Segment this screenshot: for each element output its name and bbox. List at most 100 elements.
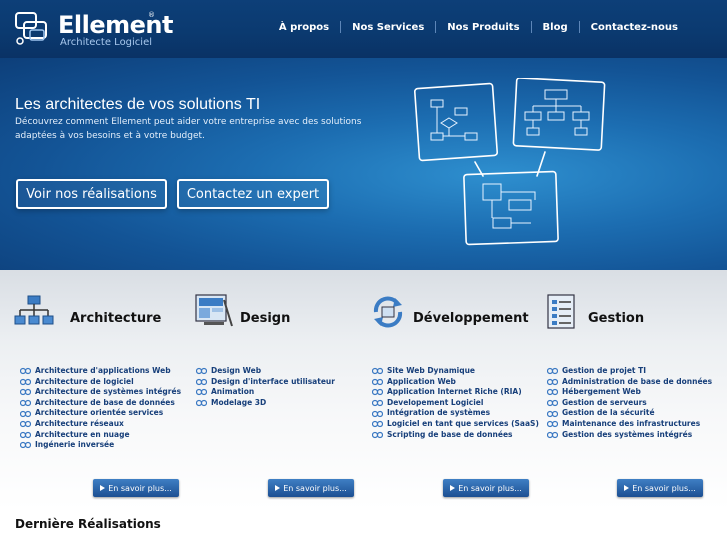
list-item[interactable]: Architecture d'applications Web	[20, 366, 181, 377]
link-bullet-icon	[547, 378, 558, 385]
list-item-label: Modelage 3D	[211, 397, 267, 407]
checklist-icon	[547, 294, 575, 329]
list-item[interactable]: Application Internet Riche (RIA)	[372, 387, 539, 398]
list-item[interactable]: Intégration de systèmes	[372, 408, 539, 419]
logo-mark-icon	[15, 12, 47, 45]
link-bullet-icon	[196, 368, 207, 375]
trademark: ®	[148, 11, 155, 19]
view-projects-button[interactable]: Voir nos réalisations	[16, 179, 167, 209]
main-nav: À propos Nos Services Nos Produits Blog …	[268, 21, 689, 33]
list-item[interactable]: Architecture de base de données	[20, 398, 181, 409]
link-bullet-icon	[196, 399, 207, 407]
learn-more-button[interactable]: En savoir plus...	[93, 479, 179, 497]
list-item-label: Design Web	[211, 366, 262, 375]
link-bullet-icon	[196, 389, 207, 396]
link-bullet-icon	[372, 410, 383, 417]
network-hierarchy-icon	[14, 295, 54, 325]
list-item-label: Ingénerie inversée	[35, 440, 115, 450]
column-header: Développement	[352, 270, 529, 345]
list-item-label: Architecture réseaux	[35, 418, 124, 428]
link-bullet-icon	[20, 399, 31, 407]
list-item[interactable]: Application Web	[372, 377, 539, 388]
service-column-management: Gestion Gestion de projet TI Administrat…	[527, 270, 712, 510]
link-bullet-icon	[372, 368, 383, 375]
list-item[interactable]: Gestion de serveurs	[547, 398, 712, 409]
list-item[interactable]: Architecture orientée services	[20, 408, 181, 419]
link-bullet-icon	[20, 368, 31, 375]
list-item[interactable]: Modelage 3D	[196, 398, 335, 409]
list-item[interactable]: Gestion de projet TI	[547, 366, 712, 377]
learn-more-label: En savoir plus...	[632, 483, 696, 493]
list-item[interactable]: Hébergement Web	[547, 387, 712, 398]
hero-title: Les architectes de vos solutions TI	[15, 96, 261, 113]
column-title: Développement	[413, 311, 529, 326]
list-item[interactable]: Architecture de systèmes intégrés	[20, 387, 181, 398]
list-item[interactable]: Architecture de logiciel	[20, 377, 181, 388]
service-column-development: Développement Site Web Dynamique Applica…	[352, 270, 539, 510]
brand-name: Ellement	[58, 11, 173, 39]
list-item-label: Administration de base de données	[562, 376, 713, 386]
play-arrow-icon	[450, 485, 456, 491]
list-item[interactable]: Architecture en nuage	[20, 430, 181, 441]
list-item-label: Gestion des systèmes intégrés	[562, 429, 693, 439]
list-item[interactable]: Design d'interface utilisateur	[196, 377, 335, 388]
list-item[interactable]: Logiciel en tant que services (SaaS)	[372, 419, 539, 430]
column-header: Design	[176, 270, 352, 345]
list-item[interactable]: Architecture réseaux	[20, 419, 181, 430]
list-item[interactable]: Ingénerie inversée	[20, 440, 181, 451]
list-item-label: Architecture de logiciel	[35, 376, 134, 386]
learn-more-button[interactable]: En savoir plus...	[268, 479, 354, 497]
cycle-arrows-icon	[373, 296, 403, 328]
list-item[interactable]: Developement Logiciel	[372, 398, 539, 409]
nav-item-blog[interactable]: Blog	[532, 22, 579, 33]
list-item-label: Maintenance des infrastructures	[562, 418, 701, 428]
list-item-label: Architecture d'applications Web	[35, 366, 171, 375]
nav-item-a-propos[interactable]: À propos	[268, 22, 340, 33]
play-arrow-icon	[275, 485, 281, 491]
list-item-label: Hébergement Web	[562, 387, 641, 397]
link-bullet-icon	[547, 431, 558, 438]
hero-subtitle: Découvrez comment Ellement peut aider vo…	[15, 117, 362, 141]
column-header: Architecture	[0, 270, 176, 345]
list-item[interactable]: Gestion des systèmes intégrés	[547, 430, 712, 441]
monitor-design-icon	[195, 294, 233, 327]
nav-item-services[interactable]: Nos Services	[341, 22, 435, 33]
link-bullet-icon	[372, 421, 383, 428]
learn-more-label: En savoir plus...	[458, 483, 522, 493]
link-bullet-icon	[20, 389, 31, 396]
link-bullet-icon	[372, 431, 383, 438]
list-item-label: Developement Logiciel	[387, 397, 484, 407]
learn-more-button[interactable]: En savoir plus...	[617, 479, 703, 497]
list-item-label: Architecture orientée services	[35, 408, 164, 418]
logo[interactable]: Ellement ® Architecte Logiciel	[14, 9, 194, 51]
link-bullet-icon	[547, 421, 558, 428]
list-item-label: Design d'interface utilisateur	[211, 376, 335, 386]
service-column-design: Design Design Web Design d'interface uti…	[176, 270, 354, 510]
nav-item-produits[interactable]: Nos Produits	[436, 22, 530, 33]
link-bullet-icon	[547, 389, 558, 396]
list-item[interactable]: Administration de base de données	[547, 377, 712, 388]
service-list: Architecture d'applications Web Architec…	[20, 366, 181, 451]
link-bullet-icon	[20, 378, 31, 385]
nav-item-contact[interactable]: Contactez-nous	[580, 22, 689, 33]
diagram-sketch-illustration	[413, 78, 606, 246]
list-item[interactable]: Scripting de base de données	[372, 430, 539, 441]
list-item-label: Site Web Dynamique	[387, 366, 476, 375]
list-item[interactable]: Site Web Dynamique	[372, 366, 539, 377]
site-header: Ellement ® Architecte Logiciel À propos …	[0, 0, 727, 58]
recent-projects-heading: Dernière Réalisations	[15, 517, 161, 531]
service-list: Site Web Dynamique Application Web Appli…	[372, 366, 539, 440]
list-item[interactable]: Maintenance des infrastructures	[547, 419, 712, 430]
list-item[interactable]: Animation	[196, 387, 335, 398]
list-item-label: Animation	[211, 387, 255, 397]
list-item-label: Logiciel en tant que services (SaaS)	[387, 418, 539, 428]
play-arrow-icon	[100, 485, 106, 491]
list-item-label: Gestion de projet TI	[562, 366, 647, 375]
list-item[interactable]: Design Web	[196, 366, 335, 377]
column-header: Gestion	[527, 270, 703, 345]
list-item[interactable]: Gestion de la sécurité	[547, 408, 712, 419]
contact-expert-button[interactable]: Contactez un expert	[177, 179, 329, 209]
learn-more-button[interactable]: En savoir plus...	[443, 479, 529, 497]
list-item-label: Architecture de base de données	[35, 397, 175, 407]
column-title: Architecture	[70, 311, 162, 326]
